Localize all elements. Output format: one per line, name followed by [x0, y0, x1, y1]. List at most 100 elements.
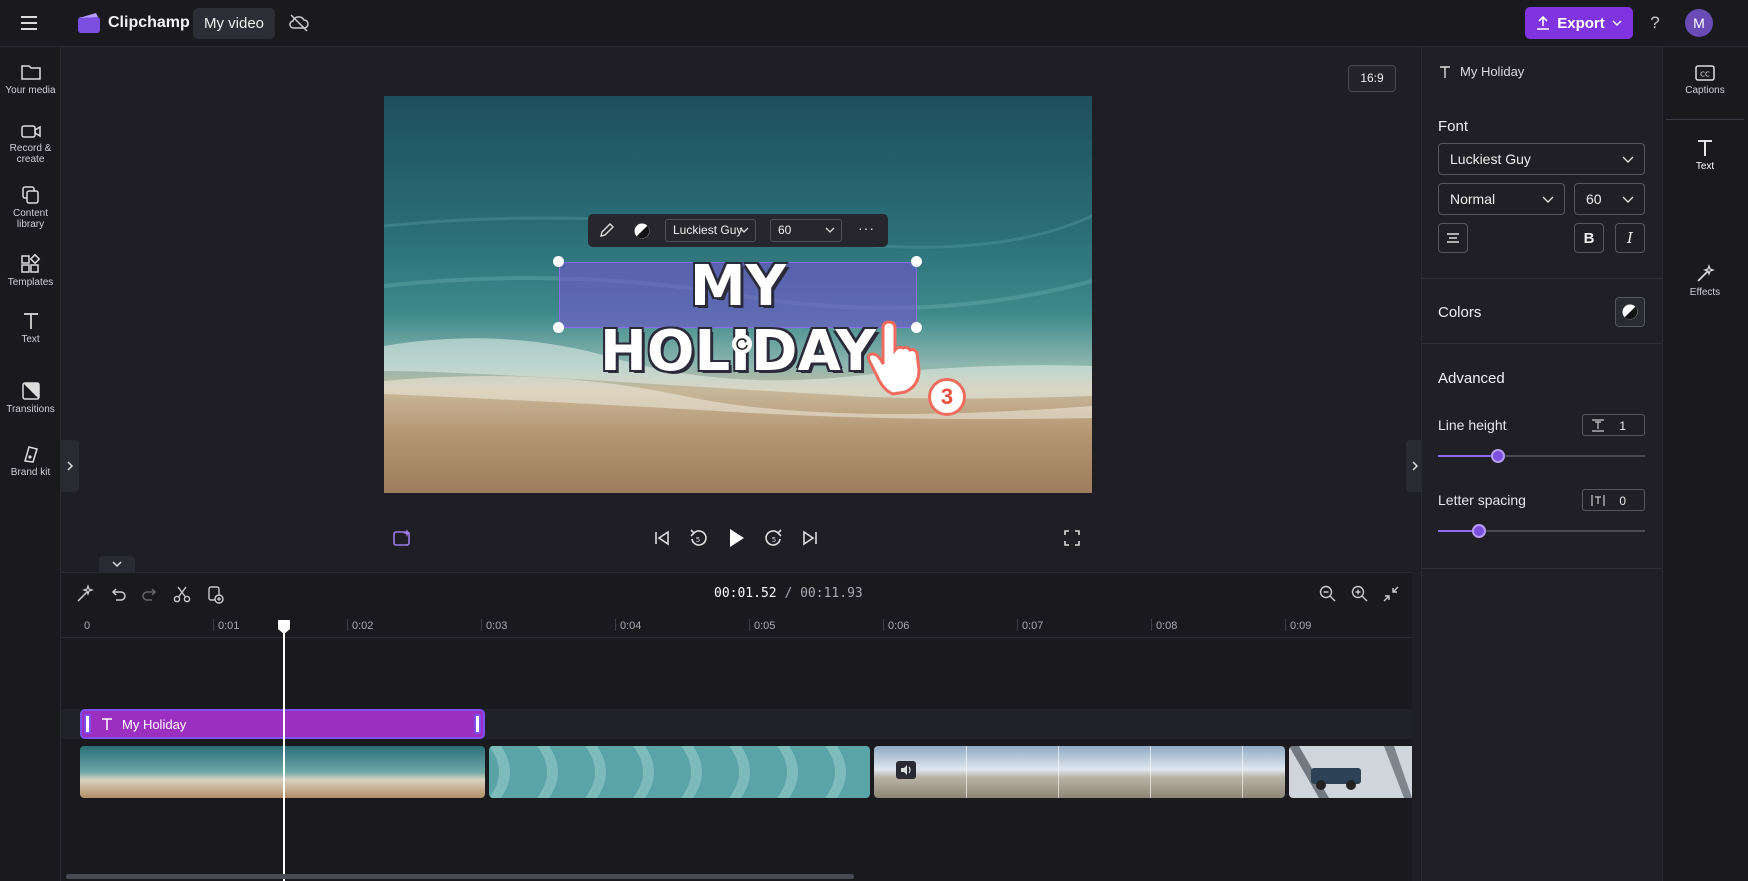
- pointer-hand-icon: [865, 320, 935, 400]
- toolbar-size-value: 60: [778, 223, 792, 237]
- text-icon: [23, 313, 38, 329]
- skip-forward-icon[interactable]: [799, 527, 821, 549]
- sidebar-item-your-media[interactable]: Your media: [0, 62, 61, 96]
- tab-effects[interactable]: Effects: [1662, 264, 1748, 298]
- line-height-slider[interactable]: [1438, 448, 1645, 464]
- toolbar-font-value: Luckiest Guy: [673, 223, 743, 237]
- ruler-tickline: [749, 619, 750, 631]
- title-overlay-text[interactable]: MY HOLIDAY: [559, 254, 917, 384]
- text-floating-toolbar: Luckiest Guy 60 ···: [588, 214, 888, 247]
- clip-trim-handle-left[interactable]: [84, 714, 91, 734]
- toolbar-font-select[interactable]: Luckiest Guy: [665, 219, 756, 242]
- forward-5s-icon[interactable]: 5: [763, 527, 785, 549]
- font-heading: Font: [1438, 118, 1469, 135]
- fullscreen-icon[interactable]: [1061, 527, 1083, 549]
- play-icon[interactable]: [725, 526, 747, 548]
- sidebar-item-text[interactable]: Text: [0, 311, 61, 345]
- align-center-icon: [1447, 233, 1459, 243]
- line-height-input[interactable]: 1: [1582, 414, 1645, 436]
- total-time: / 00:11.93: [784, 586, 863, 601]
- step-number-badge: 3: [928, 378, 966, 416]
- folder-icon: [20, 65, 41, 80]
- project-name-tab[interactable]: My video: [193, 8, 275, 39]
- sidebar-item-label: Transitions: [6, 404, 55, 415]
- help-icon[interactable]: ?: [1644, 12, 1666, 34]
- svg-text:5: 5: [772, 536, 776, 544]
- font-weight-select[interactable]: Normal: [1438, 183, 1565, 215]
- chevron-down-icon: [1612, 20, 1622, 26]
- library-icon: [21, 186, 39, 204]
- bold-button[interactable]: B: [1574, 223, 1604, 253]
- tab-text[interactable]: Text: [1662, 138, 1748, 172]
- letter-spacing-value: 0: [1619, 494, 1626, 508]
- timeline-scrollbar[interactable]: [66, 874, 854, 879]
- rotate-handle[interactable]: [732, 334, 752, 354]
- resize-handle-bottom-left[interactable]: [553, 322, 564, 333]
- duplicate-icon[interactable]: [205, 584, 225, 604]
- templates-icon: [20, 254, 40, 273]
- section-divider: [1421, 278, 1662, 279]
- ai-magic-icon[interactable]: [391, 527, 413, 549]
- zoom-in-icon[interactable]: [1350, 584, 1370, 604]
- audio-volume-icon[interactable]: [896, 761, 916, 779]
- align-center-button[interactable]: [1438, 223, 1468, 253]
- redo-icon[interactable]: [140, 584, 160, 604]
- line-height-icon: [1592, 419, 1604, 432]
- font-size-select[interactable]: 60: [1574, 183, 1645, 215]
- edit-pencil-icon[interactable]: [598, 222, 615, 239]
- sidebar-item-content-library[interactable]: Content library: [0, 185, 61, 230]
- split-scissors-icon[interactable]: [172, 584, 192, 604]
- collapse-timeline-button[interactable]: [99, 556, 135, 572]
- playhead[interactable]: [283, 620, 285, 881]
- italic-button[interactable]: I: [1615, 223, 1645, 253]
- sidebar-item-record-create[interactable]: Record & create: [0, 122, 61, 165]
- more-options-icon[interactable]: ···: [858, 220, 875, 236]
- playhead-handle[interactable]: [277, 619, 291, 635]
- chevron-right-icon: [1412, 461, 1419, 471]
- line-height-value: 1: [1619, 419, 1626, 433]
- avatar[interactable]: M: [1685, 9, 1713, 37]
- magic-wand-icon[interactable]: [75, 584, 95, 604]
- font-weight-value: Normal: [1450, 191, 1496, 207]
- cloud-off-icon[interactable]: [288, 12, 310, 34]
- tab-captions[interactable]: CC Captions: [1662, 64, 1748, 96]
- color-picker-button[interactable]: [1615, 297, 1645, 327]
- camera-icon: [20, 125, 41, 138]
- video-clip-sky[interactable]: [874, 746, 1285, 798]
- video-clip-car[interactable]: [1289, 746, 1412, 798]
- chevron-down-icon: [1622, 196, 1634, 203]
- sidebar-item-label: Content library: [12, 208, 49, 230]
- expand-left-panel-button[interactable]: [61, 440, 79, 492]
- fit-timeline-icon[interactable]: [1381, 584, 1401, 604]
- toolbar-size-select[interactable]: 60: [770, 219, 842, 242]
- ruler-tick: 0:06: [888, 620, 910, 632]
- clip-trim-handle-right[interactable]: [474, 714, 481, 734]
- aspect-ratio-button[interactable]: 16:9: [1348, 65, 1396, 92]
- tab-divider: [1666, 119, 1744, 120]
- ruler-tickline: [481, 619, 482, 631]
- letter-spacing-slider[interactable]: [1438, 523, 1645, 539]
- menu-icon[interactable]: [18, 13, 42, 33]
- transitions-icon: [21, 382, 40, 400]
- slider-thumb[interactable]: [1472, 524, 1486, 538]
- slider-thumb[interactable]: [1491, 449, 1505, 463]
- chevron-down-icon: [739, 227, 749, 233]
- font-family-select[interactable]: Luckiest Guy: [1438, 143, 1645, 175]
- sidebar-item-templates[interactable]: Templates: [0, 254, 61, 288]
- app-name: Clipchamp: [108, 14, 190, 31]
- color-contrast-icon[interactable]: [633, 222, 651, 240]
- resize-handle-top-left[interactable]: [553, 256, 564, 267]
- undo-icon[interactable]: [108, 584, 128, 604]
- ruler-tickline: [615, 619, 616, 631]
- sidebar-item-transitions[interactable]: Transitions: [0, 381, 61, 415]
- rewind-5s-icon[interactable]: 5: [687, 527, 709, 549]
- letter-spacing-input[interactable]: 0: [1582, 489, 1645, 511]
- export-button[interactable]: Export: [1525, 7, 1633, 39]
- video-clip-waves[interactable]: [489, 746, 870, 798]
- resize-handle-top-right[interactable]: [911, 256, 922, 267]
- skip-back-icon[interactable]: [651, 527, 673, 549]
- sidebar-item-brand-kit[interactable]: Brand kit: [0, 444, 61, 478]
- captions-icon: CC: [1695, 65, 1715, 81]
- timeline-ruler[interactable]: 0 0:01 0:02 0:03 0:04 0:05 0:06 0:07 0:0…: [61, 612, 1412, 638]
- zoom-out-icon[interactable]: [1318, 584, 1338, 604]
